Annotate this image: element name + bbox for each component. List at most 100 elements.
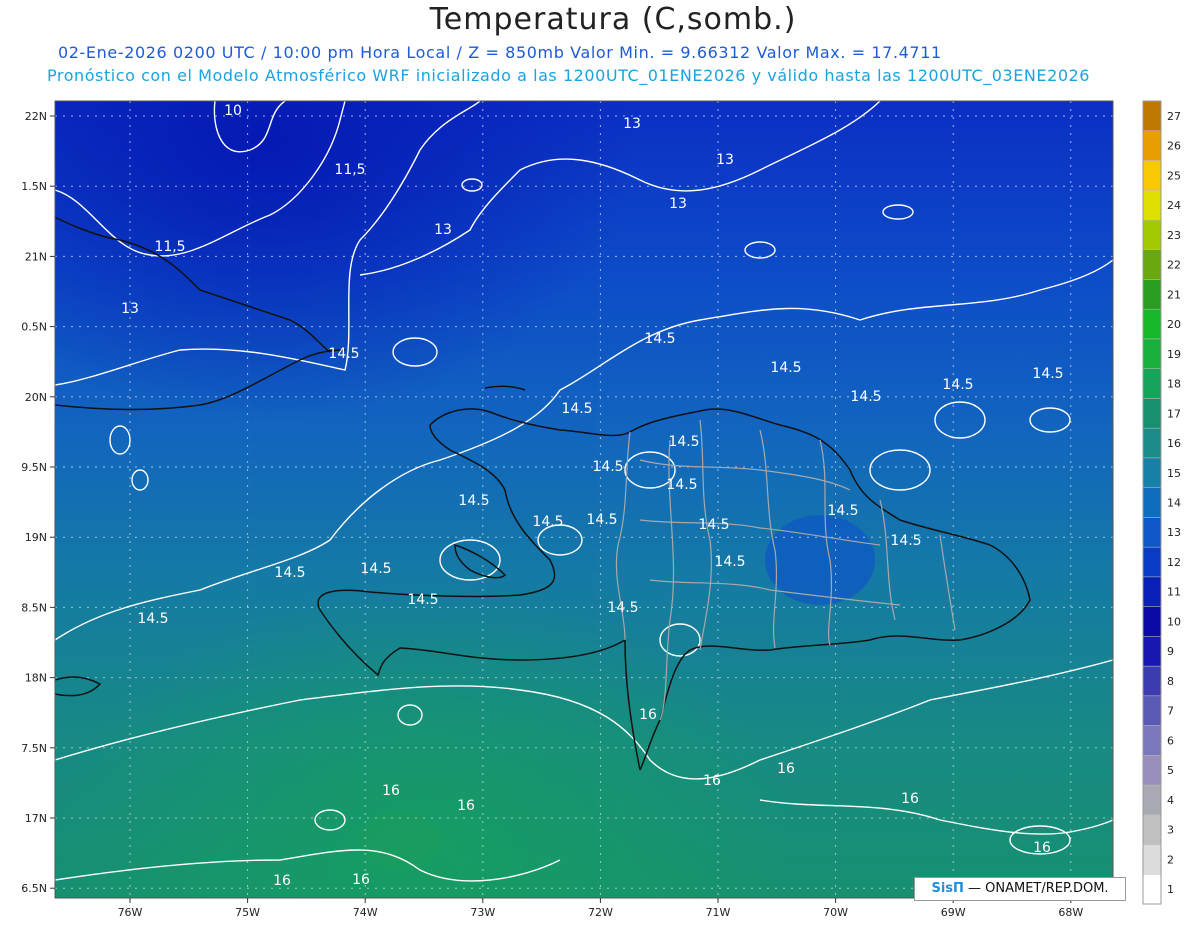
colorbar-swatch	[1142, 636, 1162, 667]
colorbar-swatch	[1142, 517, 1162, 548]
contour-value-label: 14.5	[458, 493, 489, 509]
contour-value-label: 14.5	[328, 346, 359, 362]
colorbar-label: 7	[1167, 705, 1174, 718]
sispi-logo-text: SisΠ	[931, 881, 964, 896]
contour-value-label: 16	[703, 773, 721, 789]
contour-value-label: 16	[273, 873, 291, 889]
colorbar-swatch	[1142, 814, 1162, 845]
colorbar-label: 2	[1167, 853, 1174, 866]
colorbar-label: 23	[1167, 229, 1181, 242]
colorbar-label: 4	[1167, 794, 1174, 807]
contour-value-label: 13	[669, 196, 687, 212]
contour-value-label: 14.5	[850, 389, 881, 405]
lat-tick-label: 8.5N	[21, 601, 47, 614]
lat-tick-label: 17N	[25, 812, 47, 825]
colorbar-swatch	[1142, 844, 1162, 875]
colorbar-label: 9	[1167, 645, 1174, 658]
colorbar-label: 26	[1167, 140, 1181, 153]
contour-value-label: 13	[716, 152, 734, 168]
lat-tick-label: 21N	[25, 250, 47, 263]
temperature-map: 1011,511,5131313131314.514.514.514.514.5…	[21, 100, 1181, 919]
colorbar-label: 10	[1167, 615, 1181, 628]
lon-tick-label: 70W	[823, 906, 848, 919]
lon-tick-label: 76W	[118, 906, 143, 919]
contour-value-label: 14.5	[137, 611, 168, 627]
contour-value-label: 14.5	[586, 512, 617, 528]
lon-tick-label: 74W	[353, 906, 378, 919]
colorbar-swatch	[1142, 100, 1162, 131]
colorbar-swatch	[1142, 398, 1162, 429]
contour-value-label: 16	[352, 872, 370, 888]
contour-value-label: 14.5	[407, 592, 438, 608]
colorbar-label: 18	[1167, 378, 1181, 391]
contour-value-label: 11,5	[334, 162, 365, 178]
lat-tick-label: 22N	[25, 110, 47, 123]
contour-value-label: 13	[121, 301, 139, 317]
contour-value-label: 16	[639, 707, 657, 723]
colorbar: 1234567891011121314151617181920212223242…	[1142, 100, 1181, 905]
contour-value-label: 14.5	[666, 477, 697, 493]
colorbar-swatch	[1142, 219, 1162, 250]
colorbar-swatch	[1142, 160, 1162, 191]
colorbar-label: 12	[1167, 556, 1181, 569]
colorbar-swatch	[1142, 606, 1162, 637]
colorbar-label: 13	[1167, 526, 1181, 539]
colorbar-swatch	[1142, 457, 1162, 488]
contour-value-label: 10	[224, 103, 242, 119]
contour-value-label: 14.5	[1032, 366, 1063, 382]
contour-value-label: 14.5	[668, 434, 699, 450]
warm-region-shading	[55, 101, 1113, 898]
colorbar-label: 14	[1167, 497, 1181, 510]
colorbar-swatch	[1142, 546, 1162, 578]
contour-value-label: 14.5	[827, 503, 858, 519]
contour-value-label: 16	[457, 798, 475, 814]
latitude-axis: 22N 1.5N 21N 0.5N 20N 9.5N 19N 8.5N 18N 7.5N 17N 6.…	[21, 110, 55, 895]
colorbar-swatch	[1142, 755, 1162, 786]
contour-value-label: 13	[623, 116, 641, 132]
contour-value-label: 16	[1033, 840, 1051, 856]
colorbar-swatch	[1142, 665, 1162, 697]
contour-value-label: 14.5	[698, 517, 729, 533]
contour-value-label: 11,5	[154, 239, 185, 255]
colorbar-label: 5	[1167, 764, 1174, 777]
colorbar-swatch	[1142, 487, 1162, 518]
colorbar-swatch	[1142, 576, 1162, 607]
colorbar-label: 24	[1167, 199, 1181, 212]
colorbar-swatch	[1142, 249, 1162, 280]
contour-value-label: 14.5	[592, 459, 623, 475]
lon-tick-label: 75W	[235, 906, 260, 919]
contour-value-label: 16	[901, 791, 919, 807]
contour-value-label: 14.5	[942, 377, 973, 393]
lon-tick-label: 72W	[588, 906, 613, 919]
lon-tick-label: 69W	[941, 906, 966, 919]
colorbar-swatch	[1142, 130, 1162, 161]
lat-tick-label: 20N	[25, 391, 47, 404]
contour-value-label: 16	[777, 761, 795, 777]
colorbar-label: 15	[1167, 467, 1181, 480]
colorbar-swatch	[1142, 695, 1162, 726]
warm-spot-south	[360, 810, 440, 870]
contour-value-label: 14.5	[714, 554, 745, 570]
contour-value-label: 13	[434, 222, 452, 238]
contour-value-label: 14.5	[532, 514, 563, 530]
lat-tick-label: 6.5N	[21, 882, 47, 895]
contour-value-label: 14.5	[770, 360, 801, 376]
contour-value-label: 14.5	[890, 533, 921, 549]
colorbar-swatch	[1142, 784, 1162, 816]
contour-value-label: 14.5	[561, 401, 592, 417]
colorbar-label: 1	[1167, 883, 1174, 896]
contour-value-label: 14.5	[644, 331, 675, 347]
lat-tick-label: 7.5N	[21, 742, 47, 755]
colorbar-label: 3	[1167, 824, 1174, 837]
credit-box: SisΠ — ONAMET/REP.DOM.	[914, 877, 1126, 901]
colorbar-label: 6	[1167, 734, 1174, 747]
colorbar-label: 20	[1167, 318, 1181, 331]
colorbar-label: 27	[1167, 110, 1181, 123]
contour-value-label: 16	[382, 783, 400, 799]
longitude-axis: 76W 75W 74W 73W 72W 71W 70W 69W 68W	[118, 898, 1083, 919]
colorbar-label: 25	[1167, 169, 1181, 182]
colorbar-swatch	[1142, 308, 1162, 340]
colorbar-label: 17	[1167, 407, 1181, 420]
lat-tick-label: 19N	[25, 531, 47, 544]
lat-tick-label: 18N	[25, 672, 47, 685]
